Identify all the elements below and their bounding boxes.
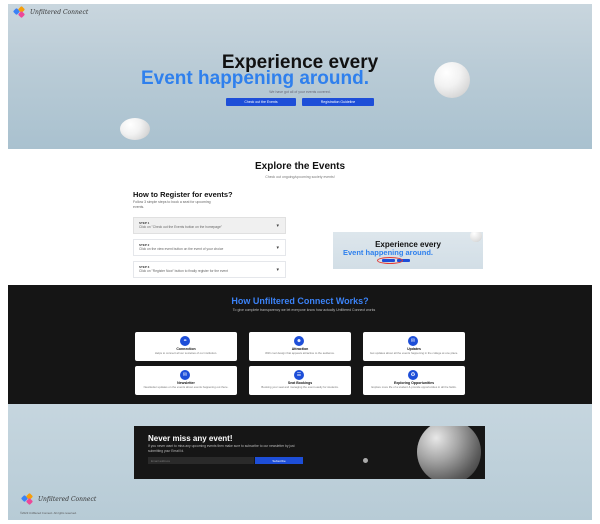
card-description: Helps to connect all our societies of ou… [154,351,218,355]
feature-card-connection: ⚭ Connection Helps to connect all our so… [135,332,237,361]
newsletter-box: Never miss any event! If you never want … [134,426,485,479]
footer-brand[interactable]: Unfiltered Connect [20,492,97,506]
step-accordion-2[interactable]: STEP 2 Click on the view event button on… [133,239,286,256]
step-text: Click on "Check out the Events button on… [139,225,222,229]
feature-card-seat-bookings: ☰ Seat Bookings Booking your seat and ma… [249,366,351,395]
hero-preview-image: Experience every Event happening around. [333,232,483,269]
footer-copyright: ©2023 Unfiltered Connect. All rights res… [20,511,77,515]
feature-card-newsletter: ✉ Newsletter Newsletter updates on the e… [135,366,237,395]
how-title: How Unfiltered Connect Works? [231,296,369,306]
register-title: How to Register for events? [133,190,233,199]
card-description: Get updates about all the events happeni… [369,351,459,355]
link-icon: ⚭ [180,336,190,346]
highlight-ring [377,257,403,264]
chevron-down-icon[interactable]: ▾ [276,267,279,273]
hero-section: Unfiltered Connect Experience every Even… [8,4,592,149]
how-subtitle: To give complete transparency we let eve… [232,308,376,312]
preview-title-highlight: Event happening around. [343,248,434,257]
brand-logo-icon [20,492,34,506]
card-description: Explore more life of a student & provide… [371,385,457,389]
newsletter-text: If you never want to miss any upcoming e… [148,444,295,453]
feature-card-attraction: ☻ Attraction With cool design that appea… [249,332,351,361]
feature-card-updates: ✉ Updates Get updates about all the even… [363,332,465,361]
card-description: Booking your seat and managing the event… [261,385,339,389]
step-text: Click on "Register Now" button to finall… [139,269,229,273]
footer-brand-name: Unfiltered Connect [38,495,97,503]
chevron-down-icon[interactable]: ▾ [276,223,279,229]
compass-icon: ✪ [408,370,418,380]
ticket-icon: ☰ [294,370,304,380]
check-events-button[interactable]: Check out the Events [226,98,296,106]
feature-card-opportunities: ✪ Exploring Opportunities Explore more l… [363,366,465,395]
step-accordion-3[interactable]: STEP 3 Click on "Register Now" button to… [133,261,286,278]
brand-logo-icon [12,5,26,19]
subscribe-button[interactable]: Subscribe [255,457,303,464]
explore-title: Explore the Events [254,161,346,172]
card-description: Newsletter updates on the events about e… [143,385,229,389]
register-description: Follow 3 simple steps to book a seat for… [133,200,211,209]
explore-subtitle: Check out ongoing/upcoming society event… [265,175,335,179]
how-it-works-section: How Unfiltered Connect Works? To give co… [8,285,592,404]
decorative-sphere [417,426,481,479]
users-icon: ☻ [294,336,304,346]
bell-icon: ✉ [408,336,418,346]
brand-name: Unfiltered Connect [30,8,89,16]
step-text: Click on the view event button on the ev… [139,247,224,251]
header-brand[interactable]: Unfiltered Connect [12,5,89,19]
chevron-down-icon[interactable]: ▾ [276,245,279,251]
step-accordion-1[interactable]: STEP 1 Click on "Check out the Events bu… [133,217,286,234]
decorative-dot [363,458,368,463]
hero-actions: Check out the Events Registration Guidel… [8,98,592,106]
landing-page: Unfiltered Connect Experience every Even… [8,4,592,520]
hero-subtitle: We have got all of your events covered. [269,90,331,94]
card-description: With cool design that appears attractive… [265,351,335,355]
newsletter-footer-section: Never miss any event! If you never want … [8,404,592,520]
mail-icon: ✉ [180,370,190,380]
explore-section: Explore the Events Check out ongoing/upc… [8,149,592,285]
registration-guideline-button[interactable]: Registration Guideline [302,98,374,106]
newsletter-title: Never miss any event! [148,434,233,443]
email-input[interactable] [148,457,254,464]
decorative-sphere [120,118,150,140]
hero-title-highlight: Event happening around. [141,68,370,89]
